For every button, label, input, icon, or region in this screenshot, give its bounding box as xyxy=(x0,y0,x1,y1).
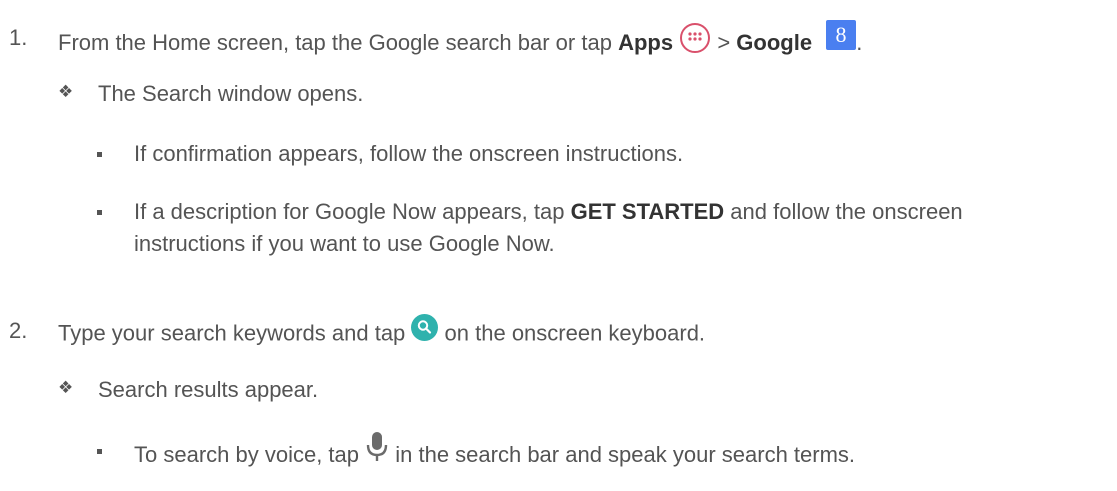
step-1-period: . xyxy=(856,29,863,55)
step-2-text-b: on the onscreen keyboard. xyxy=(438,320,706,346)
get-started-label: GET STARTED xyxy=(570,199,725,224)
step-1-sub-2-text-a: If a description for Google Now appears,… xyxy=(134,199,571,224)
square-bullet-icon xyxy=(97,152,102,157)
google-g-icon: 8 xyxy=(826,20,857,56)
step-2-sub-1-text-b: in the search bar and speak your search … xyxy=(389,441,856,467)
step-1-text-b: > xyxy=(717,29,737,55)
step-1-text-a: From the Home screen, tap the Google sea… xyxy=(58,29,619,55)
step-2-sub-1: To search by voice, tap in the search ba… xyxy=(134,432,856,475)
step-2-number: 2. xyxy=(9,318,28,343)
step-1-sub-2: If a description for Google Now appears,… xyxy=(134,199,963,225)
step-2-text: Type your search keywords and tap on the… xyxy=(58,314,706,351)
step-2-text-a: Type your search keywords and tap xyxy=(58,320,412,346)
square-bullet-icon xyxy=(97,210,102,215)
step-2: 2. xyxy=(9,318,27,344)
step-1-number: 1. xyxy=(9,25,28,50)
google-label: Google xyxy=(736,29,813,55)
diamond-bullet-icon: ❖ xyxy=(58,82,74,102)
apps-label: Apps xyxy=(618,29,674,55)
step-2-result: Search results appear. xyxy=(98,377,319,402)
step-2-sub-1-text-a: To search by voice, tap xyxy=(134,441,366,467)
step-1: 1. xyxy=(9,25,27,51)
diamond-bullet-icon: ❖ xyxy=(58,378,74,398)
step-1-sub-1: If confirmation appears, follow the onsc… xyxy=(134,141,684,166)
apps-circle-icon xyxy=(679,22,711,60)
step-1-sub-2-text-b: and follow the onscreen xyxy=(724,199,963,224)
svg-text:8: 8 xyxy=(836,22,847,47)
square-bullet-icon xyxy=(97,449,102,454)
search-key-icon xyxy=(411,314,439,347)
step-1-text: From the Home screen, tap the Google sea… xyxy=(58,20,863,63)
step-1-sub-2-line-2: instructions if you want to use Google N… xyxy=(134,231,555,256)
microphone-icon xyxy=(365,431,389,469)
step-1-result: The Search window opens. xyxy=(98,81,364,106)
